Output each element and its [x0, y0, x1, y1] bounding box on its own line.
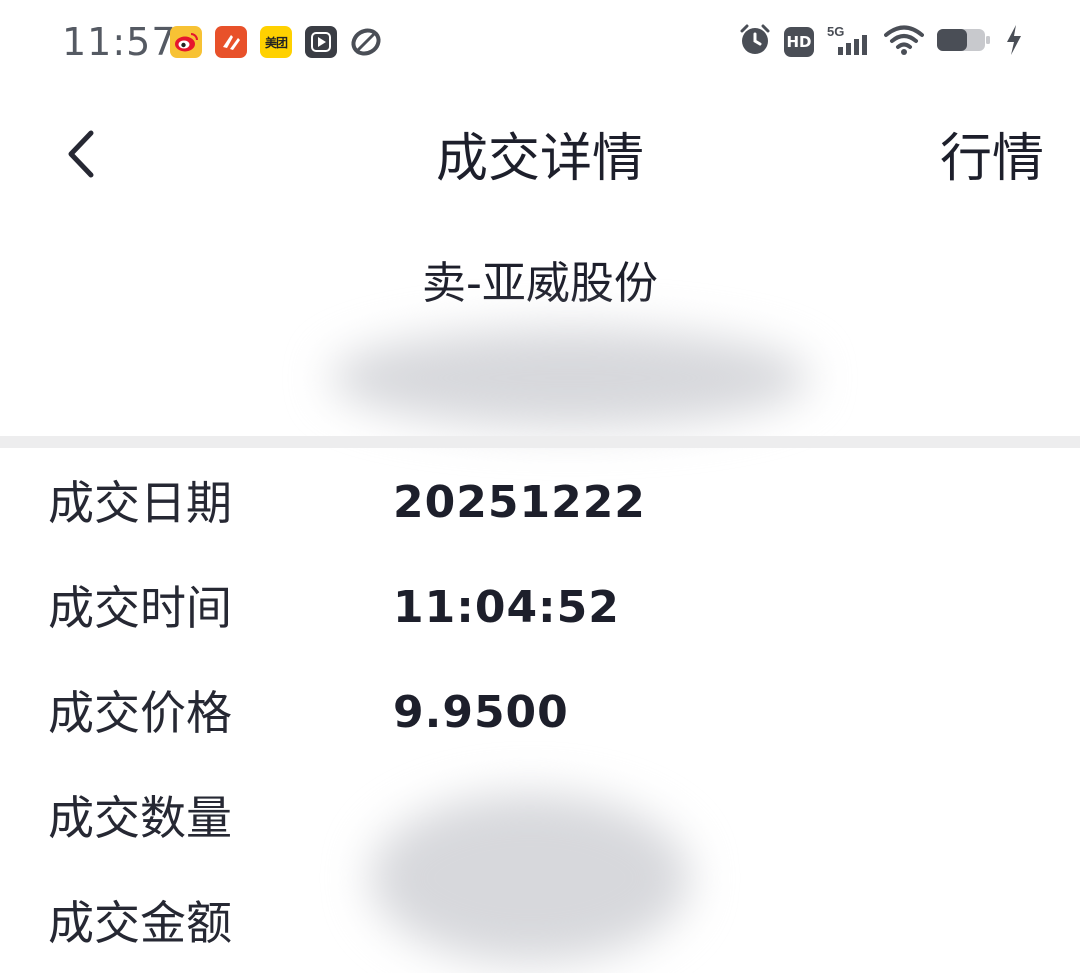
row-value: 20251222 — [393, 477, 646, 528]
row-value: 9.9500 — [393, 687, 569, 738]
status-time: 11:57 — [62, 20, 177, 64]
row-label: 成交日期 — [48, 476, 232, 530]
stock-summary: 卖-亚威股份 — [0, 236, 1080, 436]
redacted-area — [370, 793, 690, 963]
row-label: 成交数量 — [48, 791, 232, 845]
stock-heading: 卖-亚威股份 — [422, 258, 658, 309]
battery-icon — [936, 25, 992, 59]
wifi-icon — [884, 23, 924, 61]
ball-icon — [350, 26, 382, 58]
trade-detail-list: 成交日期 20251222 成交时间 11:04:52 成交价格 9.9500 … — [0, 448, 1080, 973]
svg-text:5G: 5G — [827, 24, 844, 39]
row-label: 成交价格 — [48, 686, 232, 740]
header: 成交详情 行情 — [0, 86, 1080, 236]
app-red-icon — [215, 26, 247, 58]
row-label: 成交金额 — [48, 896, 232, 950]
hd-icon: HD — [784, 27, 814, 57]
video-play-icon — [305, 26, 337, 58]
detail-row-time: 成交时间 11:04:52 — [0, 553, 1080, 658]
row-value: 11:04:52 — [393, 582, 620, 633]
page-title: 成交详情 — [435, 129, 644, 189]
market-quote-button[interactable]: 行情 — [940, 124, 1044, 194]
system-icons: HD 5G — [738, 24, 1024, 60]
meituan-icon: 美团 — [260, 26, 292, 58]
detail-row-price: 成交价格 9.9500 — [0, 658, 1080, 763]
row-label: 成交时间 — [48, 581, 232, 635]
alarm-icon — [738, 23, 772, 61]
weibo-icon — [170, 26, 202, 58]
divider — [0, 436, 1080, 448]
detail-row-date: 成交日期 20251222 — [0, 448, 1080, 553]
charging-icon — [1004, 23, 1024, 61]
notification-icons: 美团 — [170, 26, 382, 58]
redacted-area — [330, 328, 810, 428]
signal-5g-icon: 5G — [826, 23, 872, 61]
status-bar: 11:57 美团 HD 5G — [0, 0, 1080, 86]
